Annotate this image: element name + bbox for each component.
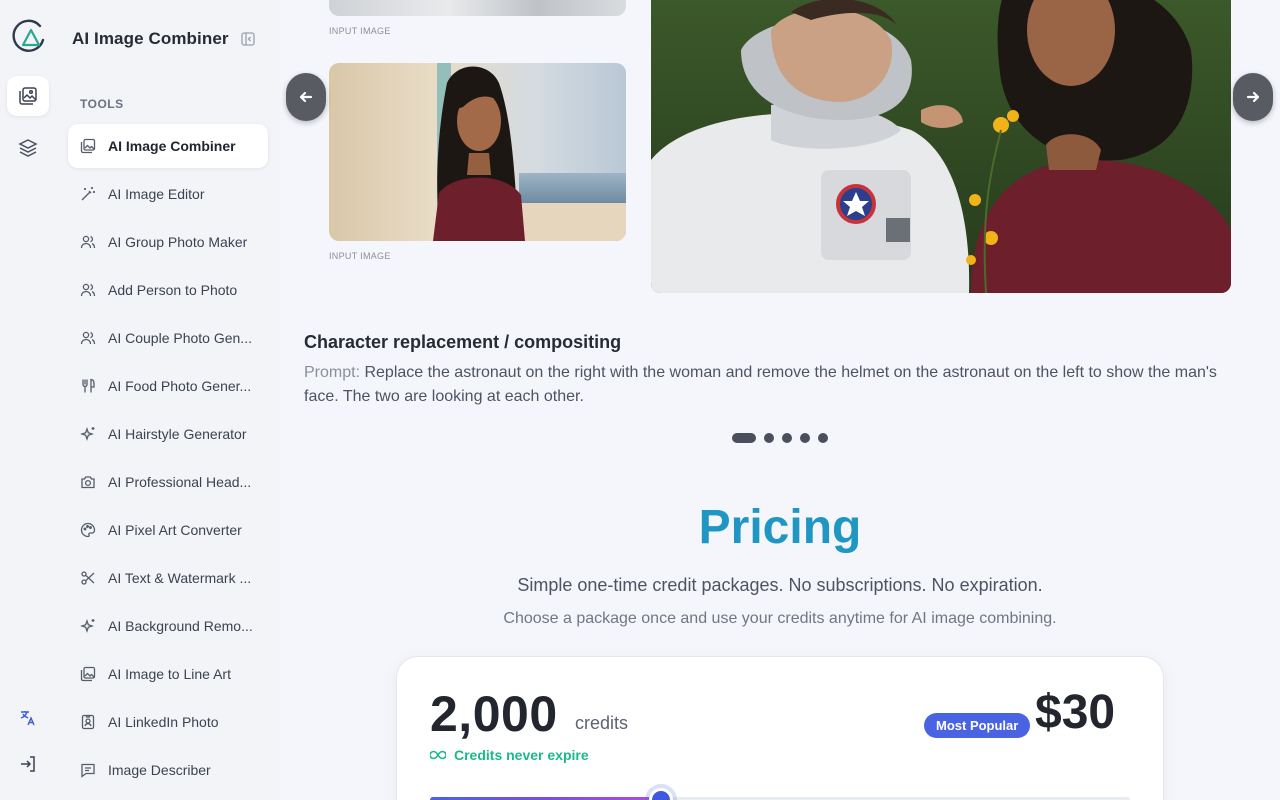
sidebar-item-ai-linkedin-photo[interactable]: AI LinkedIn Photo (68, 700, 268, 744)
sidebar-item-ai-image-combiner[interactable]: AI Image Combiner (68, 124, 268, 168)
sidebar-item-label: AI Pixel Art Converter (108, 522, 242, 538)
palette-icon (80, 522, 96, 538)
sidebar-item-label: AI Food Photo Gener... (108, 378, 252, 394)
sidebar-item-ai-group-photo-maker[interactable]: AI Group Photo Maker (68, 220, 268, 264)
slider-thumb[interactable] (649, 788, 673, 800)
sparkles-icon (80, 619, 95, 633)
sidebar-item-label: Add Person to Photo (108, 282, 238, 298)
users-icon (80, 331, 96, 345)
login-icon (21, 756, 35, 772)
magic-wand-icon (81, 187, 95, 201)
sidebar-item-ai-pixel-art-converter[interactable]: AI Pixel Art Converter (68, 508, 268, 552)
app-logo-icon[interactable] (10, 18, 46, 54)
carousel-dot[interactable] (764, 433, 774, 443)
scissors-icon (81, 571, 95, 585)
sidebar-item-ai-image-to-line-art[interactable]: AI Image to Line Art (68, 652, 268, 696)
app-title: AI Image Combiner (72, 29, 229, 48)
sidebar-item-label: AI Hairstyle Generator (108, 426, 247, 442)
rail-layers-button[interactable] (7, 128, 49, 168)
input-image-woman (329, 63, 626, 241)
sidebar-item-ai-background-remo[interactable]: AI Background Remo... (68, 604, 268, 648)
sidebar-item-label: AI Image Editor (108, 186, 205, 202)
translate-icon (20, 711, 35, 726)
prompt-key: Prompt: (304, 364, 361, 381)
sidebar-item-label: AI Text & Watermark ... (108, 570, 252, 586)
arrow-left-icon (299, 91, 313, 103)
input-image-astronauts (329, 0, 626, 16)
id-badge-icon (81, 714, 95, 730)
input-image-label: INPUT IMAGE (329, 251, 391, 261)
package-price: $30 (1035, 686, 1116, 739)
carousel-next-button[interactable] (1233, 73, 1273, 121)
result-image (651, 0, 1231, 293)
language-button[interactable] (7, 698, 49, 738)
sidebar: AI Image Combiner TOOLS AI Image Combine… (56, 0, 280, 800)
pricing-card: 2,000 credits Credits never expire Most … (396, 656, 1164, 800)
icon-rail (0, 0, 56, 800)
users-icon (80, 235, 96, 249)
utensils-icon (82, 378, 95, 393)
image-stack-icon (80, 666, 96, 682)
infinity-icon (430, 750, 446, 760)
carousel-dot[interactable] (782, 433, 792, 443)
sidebar-item-label: AI Group Photo Maker (108, 234, 248, 250)
sidebar-item-label: AI Image to Line Art (108, 666, 231, 682)
arrow-right-icon (1246, 91, 1260, 103)
sidebar-item-ai-text-watermark[interactable]: AI Text & Watermark ... (68, 556, 268, 600)
users-icon (80, 283, 96, 297)
sidebar-item-label: AI Image Combiner (108, 138, 236, 154)
sidebar-item-label: AI Couple Photo Gen... (108, 330, 252, 346)
carousel-prev-button[interactable] (286, 73, 326, 121)
rail-images-button[interactable] (7, 76, 49, 116)
image-stack-icon (80, 138, 96, 154)
credits-unit: credits (575, 713, 629, 733)
sidebar-item-label: AI Background Remo... (108, 618, 253, 634)
most-popular-badge: Most Popular (924, 713, 1031, 738)
prompt-text: Replace the astronaut on the right with … (304, 364, 1217, 405)
main-content: INPUT IMAGE INPUT IMAGE Character replac… (280, 0, 1280, 800)
sidebar-item-label: AI Professional Head... (108, 474, 252, 490)
pricing-title: Pricing (698, 501, 862, 554)
credits-amount: 2,000 (430, 686, 558, 742)
message-icon (81, 763, 95, 778)
collapse-sidebar-icon[interactable] (240, 31, 256, 47)
tools-section-label: TOOLS (80, 97, 124, 111)
carousel-dot[interactable] (732, 433, 756, 443)
carousel-dot[interactable] (818, 433, 828, 443)
pricing-description: Choose a package once and use your credi… (503, 610, 1057, 627)
sparkles-icon (80, 427, 95, 441)
login-button[interactable] (7, 744, 49, 784)
carousel-dot[interactable] (800, 433, 810, 443)
sidebar-item-ai-couple-photo-gen[interactable]: AI Couple Photo Gen... (68, 316, 268, 360)
never-expire-note: Credits never expire (430, 747, 589, 763)
sidebar-item-ai-professional-head[interactable]: AI Professional Head... (68, 460, 268, 504)
carousel-dots (732, 433, 828, 443)
example-title: Character replacement / compositing (304, 332, 622, 352)
layers-icon (18, 139, 38, 157)
pricing-subtitle: Simple one-time credit packages. No subs… (517, 575, 1043, 595)
sidebar-item-add-person-to-photo[interactable]: Add Person to Photo (68, 268, 268, 312)
sidebar-item-label: AI LinkedIn Photo (108, 714, 219, 730)
sidebar-item-ai-food-photo-gener[interactable]: AI Food Photo Gener... (68, 364, 268, 408)
sidebar-item-label: Image Describer (108, 762, 211, 778)
sidebar-item-image-describer[interactable]: Image Describer (68, 748, 268, 792)
example-prompt: Prompt: Replace the astronaut on the rig… (304, 361, 1234, 409)
input-image-label: INPUT IMAGE (329, 26, 391, 36)
sidebar-item-ai-hairstyle-generator[interactable]: AI Hairstyle Generator (68, 412, 268, 456)
sidebar-item-ai-image-editor[interactable]: AI Image Editor (68, 172, 268, 216)
image-stack-icon (19, 87, 37, 105)
camera-icon (81, 476, 95, 489)
never-expire-text: Credits never expire (454, 747, 589, 763)
